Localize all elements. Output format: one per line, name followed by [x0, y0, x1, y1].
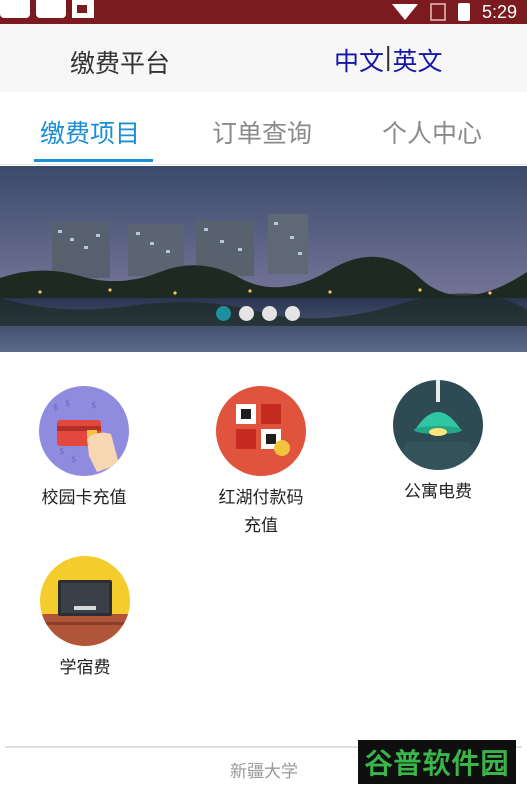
- item-honghu-pay-recharge[interactable]: 红湖付款码 充值: [181, 386, 341, 540]
- app-header: 缴费平台 中文 | 英文: [0, 24, 527, 93]
- status-notifications: [0, 0, 94, 22]
- language-switcher: 中文 | 英文: [334, 42, 442, 78]
- item-label-line2: 充值: [244, 516, 278, 536]
- svg-text:$: $: [91, 401, 97, 411]
- item-label: 公寓电费: [404, 482, 472, 502]
- item-label: 学宿费: [59, 658, 111, 678]
- banner-dot-3[interactable]: [262, 306, 277, 321]
- tab-payment-items[interactable]: 缴费项目: [40, 114, 140, 150]
- tab-bar: 缴费项目 订单查询 个人中心: [0, 92, 527, 165]
- image-notification-icon: [72, 0, 94, 18]
- banner-dot-2[interactable]: [239, 306, 254, 321]
- no-sim-icon: [429, 3, 446, 21]
- page-title: 缴费平台: [70, 49, 171, 78]
- blackboard-icon: [40, 556, 130, 646]
- item-tuition-accommodation-fee[interactable]: 学宿费: [5, 556, 165, 682]
- lang-separator: |: [384, 42, 393, 71]
- banner-dot-4[interactable]: [285, 306, 300, 321]
- active-tab-indicator: [34, 159, 153, 162]
- watermark-logo: 谷普软件园: [358, 740, 516, 784]
- footer-university-name: 新疆大学: [230, 762, 298, 782]
- qr-code-icon: [216, 386, 306, 476]
- banner-dot-1[interactable]: [216, 306, 231, 321]
- status-time: 5:29: [481, 1, 517, 22]
- notification-icon: [36, 0, 66, 18]
- campus-card-icon: $ $ $ $ $: [39, 386, 129, 476]
- status-bar: 5:29: [0, 0, 527, 24]
- svg-text:$: $: [53, 403, 59, 413]
- banner-pagination: [216, 306, 300, 321]
- wifi-icon: [391, 4, 418, 20]
- tab-personal-center[interactable]: 个人中心: [382, 114, 482, 150]
- item-label: 校园卡充值: [41, 488, 127, 508]
- battery-icon: [457, 3, 470, 21]
- svg-text:$: $: [59, 447, 65, 457]
- tab-order-query[interactable]: 订单查询: [212, 114, 312, 150]
- banner-image: [0, 166, 527, 352]
- ceiling-lamp-icon: [393, 380, 483, 470]
- item-apartment-electricity[interactable]: 公寓电费: [358, 380, 518, 506]
- lang-english-link[interactable]: 英文: [392, 42, 442, 78]
- svg-text:$: $: [65, 399, 71, 409]
- svg-text:$: $: [71, 455, 77, 465]
- item-label-line1: 红湖付款码: [218, 488, 304, 508]
- notification-icon: [0, 0, 30, 18]
- item-campus-card-recharge[interactable]: $ $ $ $ $ 校园卡充值: [4, 386, 164, 512]
- banner-carousel[interactable]: [0, 166, 527, 352]
- lang-chinese-link[interactable]: 中文: [334, 42, 384, 78]
